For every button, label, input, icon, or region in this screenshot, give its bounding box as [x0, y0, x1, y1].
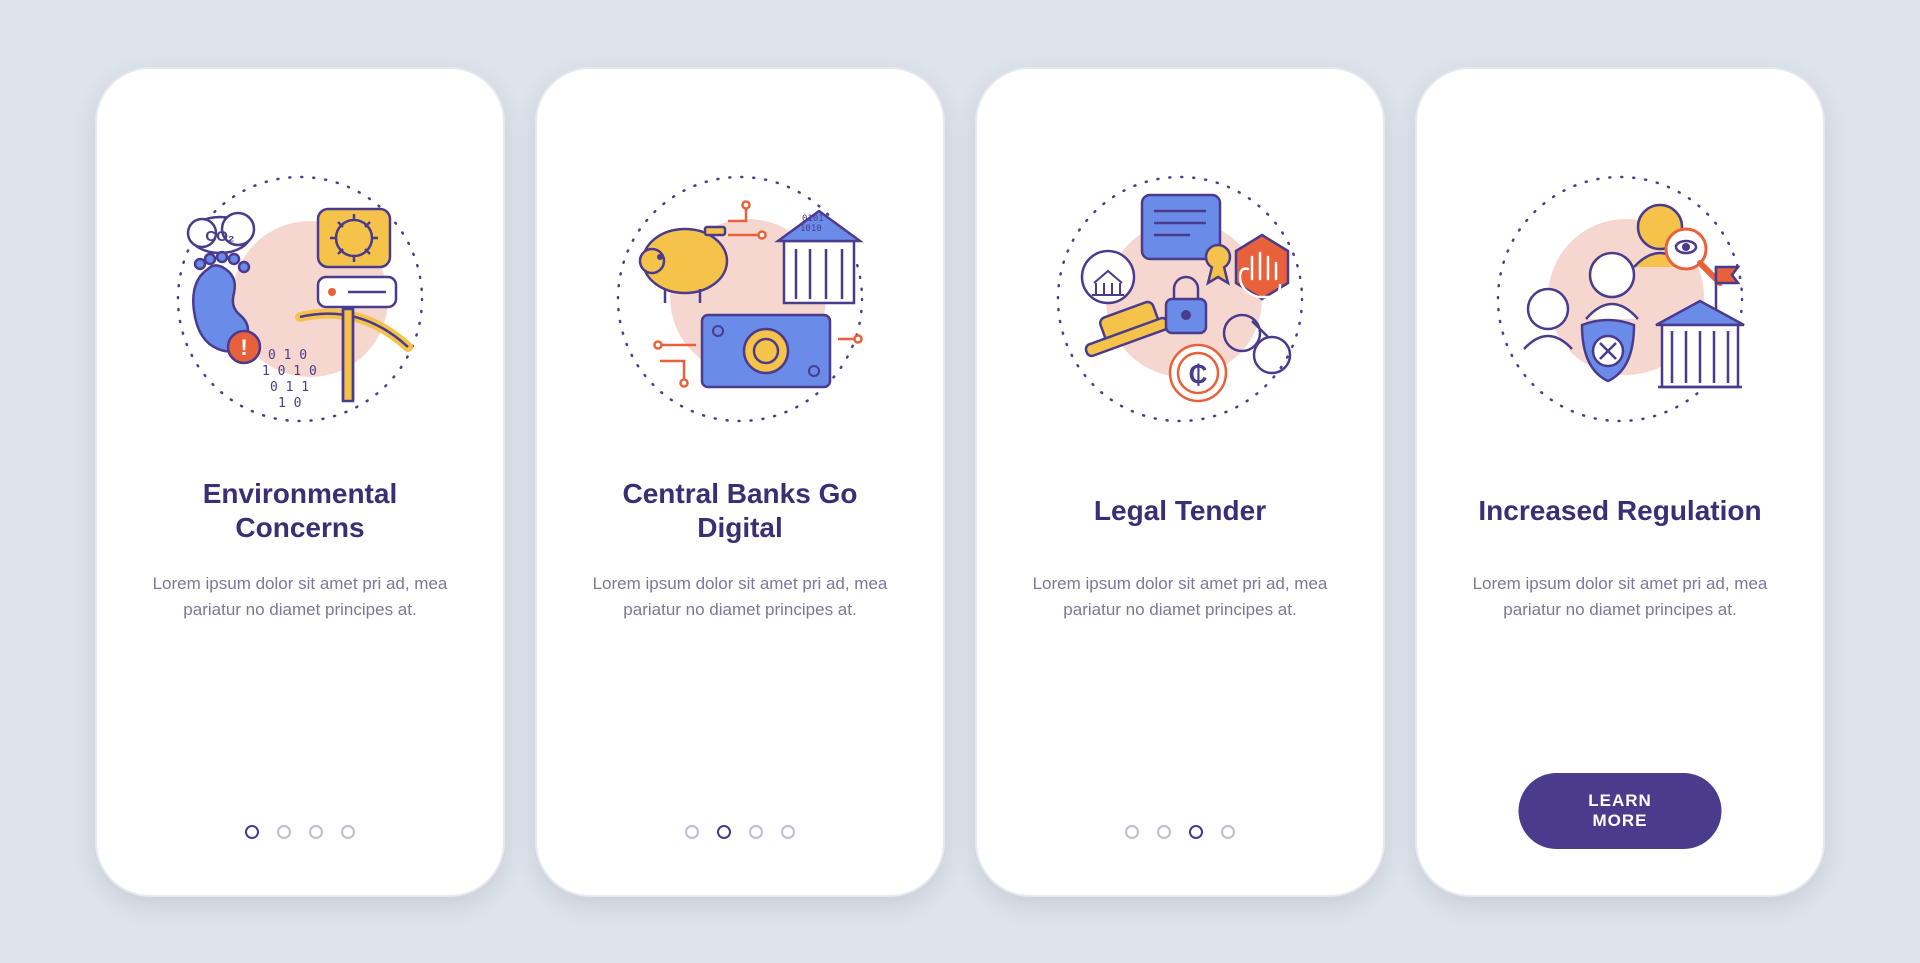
svg-text:₵: ₵: [1189, 359, 1208, 389]
screen-description: Lorem ipsum dolor sit amet pri ad, mea p…: [1020, 571, 1340, 624]
svg-text:0101: 0101: [802, 214, 824, 224]
screen-description: Lorem ipsum dolor sit amet pri ad, mea p…: [580, 571, 900, 624]
svg-text:CO₂: CO₂: [205, 228, 234, 245]
onboarding-screen-regulation: Increased Regulation Lorem ipsum dolor s…: [1415, 67, 1825, 897]
pagination-dot[interactable]: [309, 825, 323, 839]
pagination-dot[interactable]: [749, 825, 763, 839]
pagination-dot[interactable]: [685, 825, 699, 839]
central-banks-icon: 0101 1010: [590, 149, 890, 449]
onboarding-screen-environmental: CO₂ !: [95, 67, 505, 897]
pagination-dot[interactable]: [781, 825, 795, 839]
onboarding-screen-legal-tender: ₵ Legal Tender Lorem ipsum dolor sit ame…: [975, 67, 1385, 897]
environmental-icon: CO₂ !: [150, 149, 450, 449]
pagination-dots: [977, 825, 1383, 839]
svg-text:!: !: [240, 335, 247, 360]
pagination-dots: [97, 825, 503, 839]
pagination-dot[interactable]: [1157, 825, 1171, 839]
onboarding-screen-central-banks: 0101 1010 Central Banks Go Digital Lorem…: [535, 67, 945, 897]
pagination-dot[interactable]: [717, 825, 731, 839]
screen-description: Lorem ipsum dolor sit amet pri ad, mea p…: [1460, 571, 1780, 624]
pagination-dot[interactable]: [245, 825, 259, 839]
screen-title: Legal Tender: [1094, 475, 1266, 547]
legal-tender-icon: ₵: [1030, 149, 1330, 449]
screen-title: Environmental Concerns: [137, 475, 463, 547]
learn-more-button[interactable]: LEARN MORE: [1519, 773, 1722, 849]
svg-text:1 0 1 0: 1 0 1 0: [262, 364, 317, 379]
pagination-dot[interactable]: [277, 825, 291, 839]
svg-text:1010: 1010: [800, 224, 822, 234]
regulation-icon: [1470, 149, 1770, 449]
pagination-dot[interactable]: [341, 825, 355, 839]
screen-title: Central Banks Go Digital: [577, 475, 903, 547]
pagination-dots: [537, 825, 943, 839]
pagination-dot[interactable]: [1125, 825, 1139, 839]
pagination-dot[interactable]: [1221, 825, 1235, 839]
screen-title: Increased Regulation: [1478, 475, 1761, 547]
screen-description: Lorem ipsum dolor sit amet pri ad, mea p…: [140, 571, 460, 624]
pagination-dot[interactable]: [1189, 825, 1203, 839]
svg-text:0 1 1: 0 1 1: [270, 380, 309, 395]
svg-text:0 1 0: 0 1 0: [268, 348, 307, 363]
svg-text:1 0: 1 0: [278, 396, 301, 411]
